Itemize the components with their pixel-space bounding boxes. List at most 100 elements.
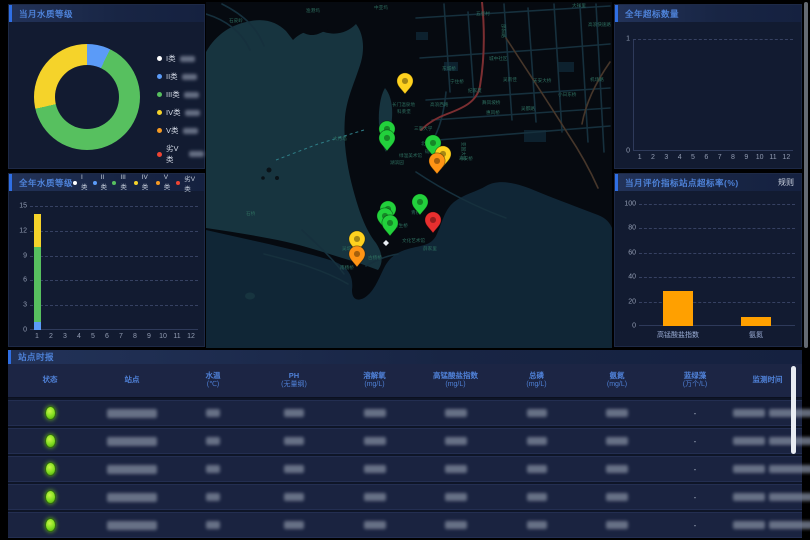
column-header: PH(无量纲) <box>254 372 334 390</box>
legend-item[interactable]: IV类 <box>157 107 204 118</box>
table-row[interactable]: - <box>8 484 802 510</box>
table-row[interactable]: - <box>8 400 802 426</box>
bar-1[interactable] <box>741 317 771 326</box>
cell <box>733 409 810 417</box>
redacted-datetime <box>769 465 810 473</box>
table-row[interactable]: - <box>8 428 802 454</box>
column-name: PH <box>289 372 299 381</box>
x-axis-label: 3 <box>664 154 668 161</box>
legend-item[interactable]: I类 <box>73 174 88 191</box>
cell <box>334 493 415 501</box>
x-axis-label: 1 <box>35 333 39 340</box>
cell <box>334 465 415 473</box>
redacted-value <box>107 493 157 502</box>
legend-item[interactable]: V类 <box>157 125 204 136</box>
map-label: 南杨桥 <box>340 264 354 271</box>
table-row[interactable]: - <box>8 512 802 538</box>
redacted-value <box>284 521 304 529</box>
x-axis-label: 6 <box>704 154 708 161</box>
redacted-value <box>364 493 386 501</box>
legend-item[interactable]: III类 <box>112 174 128 191</box>
donut-hole <box>55 65 119 129</box>
bar-segment[interactable] <box>34 214 41 247</box>
legend-item[interactable]: I类 <box>157 53 204 64</box>
cell: - <box>657 437 733 446</box>
cell <box>8 406 92 420</box>
redacted-value <box>284 493 304 501</box>
cell <box>8 462 92 476</box>
redacted-value <box>284 465 304 473</box>
column-unit: (mg/L) <box>526 381 546 389</box>
legend-item[interactable]: 劣V类 <box>176 173 197 193</box>
redacted-value <box>180 56 195 62</box>
cell <box>733 521 810 529</box>
x-axis-label: 12 <box>782 154 790 161</box>
y-axis-label: 40 <box>620 274 636 281</box>
redacted-value <box>206 409 220 417</box>
grid-line <box>30 305 198 306</box>
cell <box>254 465 334 473</box>
cell <box>415 409 496 417</box>
page-scrollbar[interactable] <box>804 2 808 348</box>
x-axis-label: 9 <box>147 333 151 340</box>
legend-dot <box>112 181 116 185</box>
column-unit: (mg/L) <box>364 381 384 389</box>
column-unit: (℃) <box>207 381 220 389</box>
map-label: 高浪快速路 <box>588 21 611 28</box>
month-rate-chart[interactable]: 020406080100高锰酸盐指数氨氮 <box>639 204 795 326</box>
map[interactable]: 石皮岭渔港坞中亚坞大祥里大月塔长门温泉地科莱堡三南大学北亚桥砚桥绿温美术馆湖滨园… <box>206 2 612 348</box>
y-axis-line <box>633 39 634 151</box>
status-dot <box>45 406 56 420</box>
panel-title: 当月水质等级 <box>19 8 73 20</box>
y-axis-label: 3 <box>11 302 27 309</box>
panel-title: 全年水质等级 <box>19 177 73 189</box>
legend-item[interactable]: III类 <box>157 89 204 100</box>
table-scrollbar[interactable] <box>791 366 796 454</box>
redacted-value <box>184 92 199 98</box>
cell <box>334 521 415 529</box>
legend-item[interactable]: II类 <box>93 174 108 191</box>
redacted-value <box>606 521 628 529</box>
column-header: 溶解氧(mg/L) <box>334 372 415 390</box>
x-axis-label: 1 <box>638 154 642 161</box>
cell <box>733 493 810 501</box>
redacted-value <box>527 493 547 501</box>
legend-dot <box>73 181 77 185</box>
legend-item[interactable]: IV类 <box>134 174 151 191</box>
cell <box>415 465 496 473</box>
redacted-value <box>445 493 467 501</box>
pin-center-dot <box>430 140 436 146</box>
cell <box>733 437 810 445</box>
bar-segment[interactable] <box>34 322 41 330</box>
table-row[interactable]: - <box>8 456 802 482</box>
legend-label: I类 <box>166 53 176 64</box>
cell <box>254 409 334 417</box>
bar-segment[interactable] <box>34 247 41 321</box>
redacted-value <box>284 437 304 445</box>
panel-month-rate: 当月评价指标站点超标率(%) 规则 020406080100高锰酸盐指数氨氮 <box>614 173 802 347</box>
bar-0[interactable] <box>663 291 693 326</box>
pin-center-dot <box>402 78 408 84</box>
legend-label: V类 <box>166 125 179 136</box>
redacted-value <box>107 437 157 446</box>
column-name: 总磷 <box>529 372 544 381</box>
legend-label: 劣V类 <box>184 173 197 193</box>
rule-link[interactable]: 规则 <box>778 177 794 188</box>
year-exceed-chart[interactable]: 01123456789101112 <box>633 39 793 151</box>
redacted-value <box>107 409 157 418</box>
year-quality-chart[interactable]: 03691215123456789101112 <box>30 206 198 330</box>
x-axis-label: 11 <box>173 333 180 340</box>
map-label: 吴南佳 <box>503 76 517 83</box>
map-label: 湖滨园 <box>390 159 404 166</box>
map-canvas[interactable]: 石皮岭渔港坞中亚坞大祥里大月塔长门温泉地科莱堡三南大学北亚桥砚桥绿温美术馆湖滨园… <box>206 2 612 348</box>
redacted-datetime <box>733 521 765 529</box>
donut-chart[interactable] <box>34 44 140 150</box>
panel-year-quality: 全年水质等级 I类 II类 III类 IV类 V类劣V类 036912151234567… <box>8 173 205 347</box>
pin-center-dot <box>354 236 360 242</box>
cell <box>733 465 810 473</box>
y-axis-label: 0 <box>614 148 630 155</box>
x-axis-label: 高锰酸盐指数 <box>657 330 699 340</box>
legend-item[interactable]: II类 <box>157 71 204 82</box>
legend-item[interactable]: 劣V类 <box>157 143 204 165</box>
legend-item[interactable]: V类 <box>156 174 171 191</box>
